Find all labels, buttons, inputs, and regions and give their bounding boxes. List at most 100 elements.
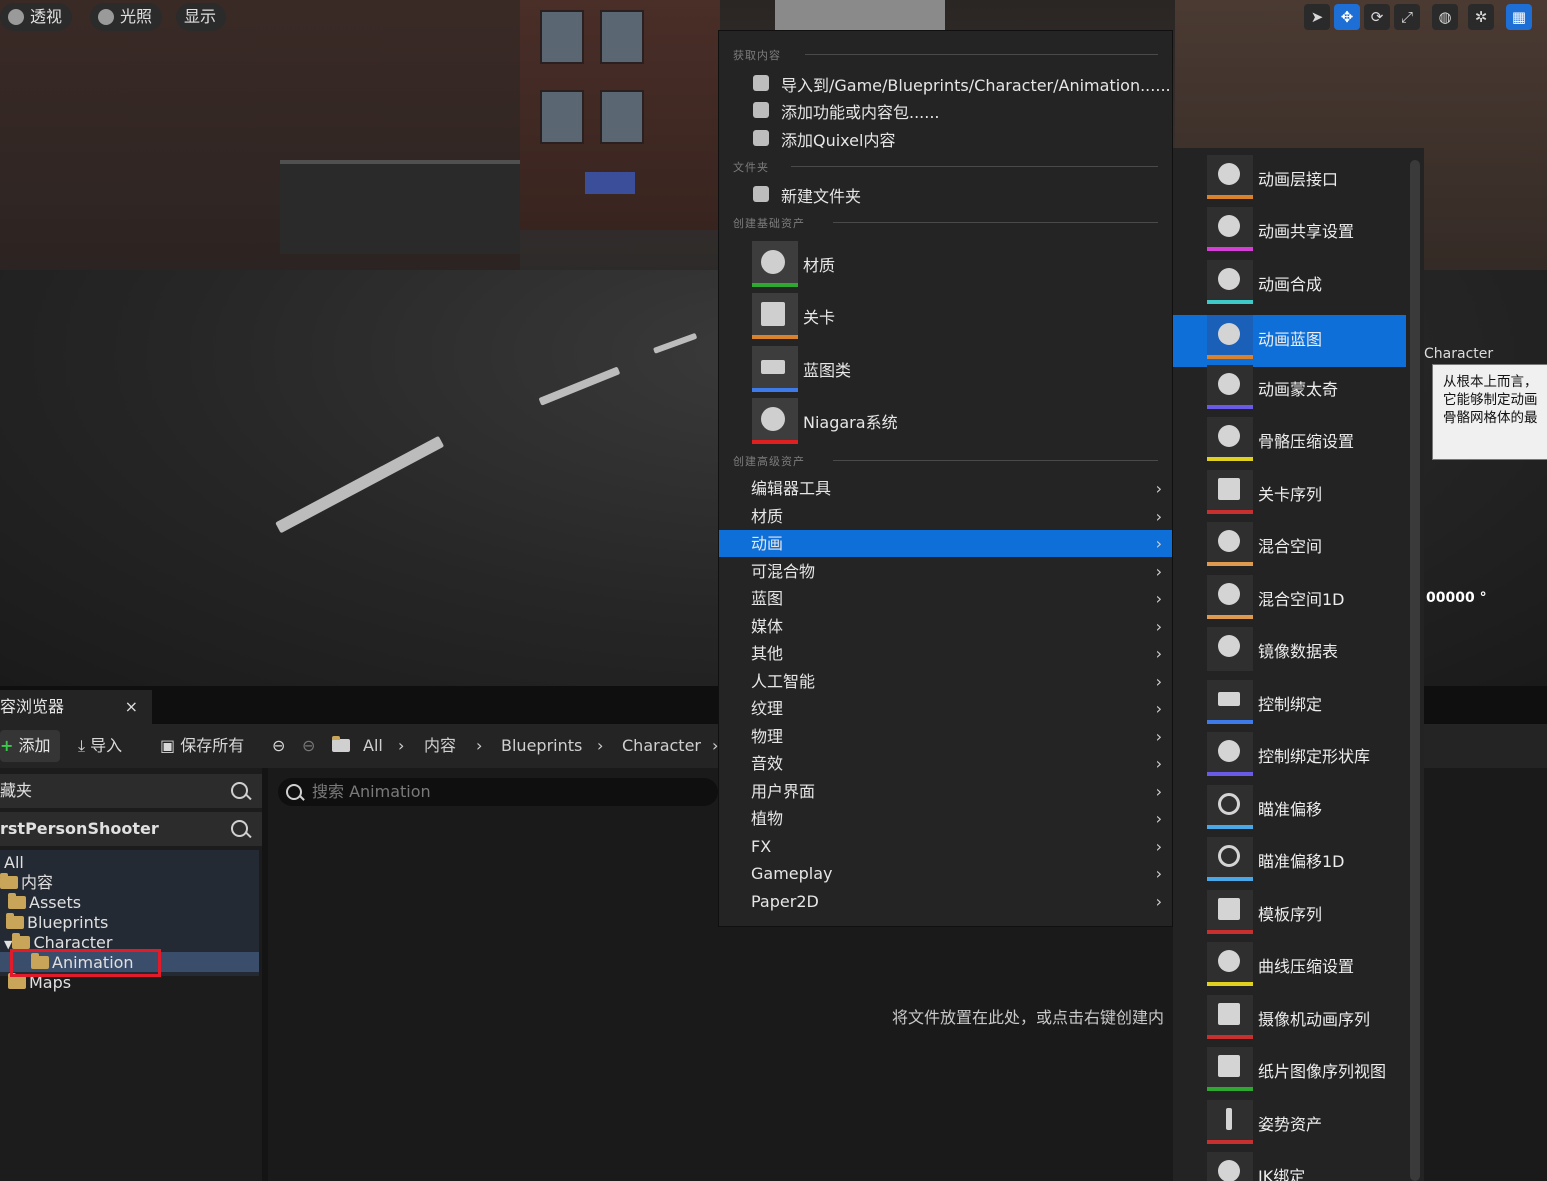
tree-item-assets[interactable]: Assets bbox=[8, 893, 81, 913]
breadcrumb-content[interactable]: 内容 bbox=[424, 724, 456, 768]
asset-blend-space-1d[interactable]: 混合空间1D bbox=[1173, 568, 1406, 620]
move-icon[interactable]: ✥ bbox=[1334, 4, 1360, 30]
menu-item-level[interactable]: 关卡 bbox=[803, 304, 835, 328]
forward-icon[interactable]: ⊖ bbox=[302, 724, 315, 768]
breadcrumb-all[interactable]: All bbox=[363, 724, 383, 768]
tree-item-all[interactable]: All bbox=[4, 853, 24, 873]
asset-bone-compression[interactable]: 骨骼压缩设置 bbox=[1173, 410, 1406, 462]
submenu-gameplay[interactable]: Gameplay › bbox=[719, 860, 1172, 887]
submenu-scrollbar[interactable] bbox=[1410, 160, 1420, 1181]
tree-item-content[interactable]: 内容 bbox=[0, 873, 53, 893]
asset-anim-composite[interactable]: 动画合成 bbox=[1173, 253, 1406, 305]
submenu-texture[interactable]: 纹理 › bbox=[719, 695, 1172, 722]
tree-label: Assets bbox=[29, 893, 82, 912]
favorites-header[interactable]: 藏夹 bbox=[0, 774, 262, 808]
divider bbox=[833, 460, 1158, 461]
asset-label: 动画合成 bbox=[1258, 275, 1323, 294]
favorites-label: 藏夹 bbox=[0, 781, 33, 800]
import-button[interactable]: ⤓ 导入 bbox=[78, 724, 122, 768]
submenu-ai[interactable]: 人工智能 › bbox=[719, 668, 1172, 695]
search-icon[interactable] bbox=[231, 782, 248, 799]
asset-ik-rig[interactable]: IK绑定 bbox=[1173, 1145, 1406, 1181]
select-icon[interactable]: ➤ bbox=[1304, 4, 1330, 30]
chevron-right-icon: › bbox=[1155, 892, 1162, 911]
submenu-material[interactable]: 材质 › bbox=[719, 503, 1172, 530]
submenu-editor-tools[interactable]: 编辑器工具 › bbox=[719, 475, 1172, 502]
scale-icon[interactable]: ⤢ bbox=[1394, 4, 1420, 30]
menu-item-add-quixel[interactable]: 添加Quixel内容 bbox=[781, 127, 895, 151]
menu-item-add-feature[interactable]: 添加功能或内容包...... bbox=[781, 99, 940, 123]
submenu-blendables[interactable]: 可混合物 › bbox=[719, 558, 1172, 585]
submenu-label: 蓝图 bbox=[751, 589, 784, 608]
chevron-right-icon: › bbox=[1155, 782, 1162, 801]
submenu-physics[interactable]: 物理 › bbox=[719, 723, 1172, 750]
submenu-animation[interactable]: 动画 › bbox=[719, 530, 1172, 557]
asset-anim-montage[interactable]: 动画蒙太奇 bbox=[1173, 358, 1406, 410]
asset-aim-offset[interactable]: 瞄准偏移 bbox=[1173, 778, 1406, 830]
breadcrumb-blueprints[interactable]: Blueprints bbox=[501, 724, 582, 768]
asset-anim-sharing-setup[interactable]: 动画共享设置 bbox=[1173, 200, 1406, 252]
submenu-label: 用户界面 bbox=[751, 782, 816, 801]
submenu-label: 可混合物 bbox=[751, 562, 816, 581]
template-sequence-icon bbox=[1207, 890, 1253, 934]
submenu-label: 材质 bbox=[751, 507, 784, 526]
asset-curve-compression[interactable]: 曲线压缩设置 bbox=[1173, 935, 1406, 987]
submenu-label: Gameplay bbox=[751, 864, 833, 883]
search-placeholder: 搜索 Animation bbox=[312, 782, 431, 801]
close-icon[interactable]: × bbox=[125, 690, 138, 724]
plus-icon: + bbox=[0, 736, 14, 755]
asset-camera-anim-sequence[interactable]: 摄像机动画序列 bbox=[1173, 988, 1406, 1040]
asset-mirror-data-table[interactable]: 镜像数据表 bbox=[1173, 620, 1406, 672]
asset-blend-space[interactable]: 混合空间 bbox=[1173, 515, 1406, 567]
world-icon[interactable]: ◍ bbox=[1432, 4, 1458, 30]
show-button[interactable]: 显示 bbox=[176, 3, 227, 31]
divider bbox=[791, 166, 1158, 167]
menu-item-blueprint-class[interactable]: 蓝图类 bbox=[803, 357, 851, 381]
menu-item-new-folder[interactable]: 新建文件夹 bbox=[781, 183, 861, 207]
content-browser-tab[interactable]: 容浏览器 × bbox=[0, 690, 152, 724]
asset-level-sequence[interactable]: 关卡序列 bbox=[1173, 463, 1406, 515]
breadcrumb-character[interactable]: Character bbox=[622, 724, 701, 768]
asset-anim-layer-interface[interactable]: 动画层接口 bbox=[1173, 148, 1406, 200]
submenu-foliage[interactable]: 植物 › bbox=[719, 805, 1172, 832]
asset-pose-asset[interactable]: 姿势资产 bbox=[1173, 1093, 1406, 1145]
menu-item-import[interactable]: 导入到/Game/Blueprints/Character/Animation.… bbox=[781, 72, 1171, 96]
rotate-icon[interactable]: ⟳ bbox=[1364, 4, 1390, 30]
submenu-media[interactable]: 媒体 › bbox=[719, 613, 1172, 640]
asset-control-rig-shape-library[interactable]: 控制绑定形状库 bbox=[1173, 725, 1406, 777]
folder-icon bbox=[0, 873, 18, 889]
submenu-fx[interactable]: FX › bbox=[719, 833, 1172, 860]
surface-snap-icon[interactable]: ✲ bbox=[1468, 4, 1494, 30]
submenu-sounds[interactable]: 音效 › bbox=[719, 750, 1172, 777]
level-icon bbox=[752, 293, 798, 339]
tooltip: 从根本上而言， 它能够制定动画 骨骼网格体的最 bbox=[1432, 364, 1547, 460]
asset-control-rig[interactable]: 控制绑定 bbox=[1173, 673, 1406, 725]
back-icon[interactable]: ⊖ bbox=[272, 724, 285, 768]
submenu-paper2d[interactable]: Paper2D › bbox=[719, 888, 1172, 915]
submenu-misc[interactable]: 其他 › bbox=[719, 640, 1172, 667]
chevron-right-icon: › bbox=[1155, 809, 1162, 828]
project-header[interactable]: rstPersonShooter bbox=[0, 812, 262, 846]
submenu-blueprint[interactable]: 蓝图 › bbox=[719, 585, 1172, 612]
menu-item-niagara-system[interactable]: Niagara系统 bbox=[803, 409, 898, 433]
animation-submenu: 动画层接口 动画共享设置 动画合成 动画蓝图 动画蒙太奇 骨骼压缩设置 关卡序列… bbox=[1173, 148, 1424, 1181]
tree-label: All bbox=[4, 853, 24, 872]
divider bbox=[805, 54, 1158, 55]
add-button[interactable]: + 添加 bbox=[0, 730, 60, 762]
tree-item-blueprints[interactable]: Blueprints bbox=[6, 913, 108, 933]
asset-template-sequence[interactable]: 模板序列 bbox=[1173, 883, 1406, 935]
save-all-button[interactable]: ▣ 保存所有 bbox=[160, 724, 244, 768]
asset-search-input[interactable]: 搜索 Animation bbox=[278, 778, 718, 806]
save-icon: ▣ bbox=[160, 736, 176, 755]
grid-icon[interactable]: ▦ bbox=[1506, 4, 1532, 30]
lighting-button[interactable]: 光照 bbox=[90, 3, 163, 31]
asset-flipbook-view[interactable]: 纸片图像序列视图 bbox=[1173, 1040, 1406, 1092]
submenu-user-interface[interactable]: 用户界面 › bbox=[719, 778, 1172, 805]
perspective-button[interactable]: 透视 bbox=[0, 3, 73, 31]
chevron-right-icon: › bbox=[1155, 534, 1162, 553]
asset-aim-offset-1d[interactable]: 瞄准偏移1D bbox=[1173, 830, 1406, 882]
tooltip-line: 从根本上而言， bbox=[1443, 374, 1538, 390]
menu-item-material[interactable]: 材质 bbox=[803, 252, 835, 276]
search-icon[interactable] bbox=[231, 820, 248, 837]
highlight-box bbox=[10, 949, 161, 977]
